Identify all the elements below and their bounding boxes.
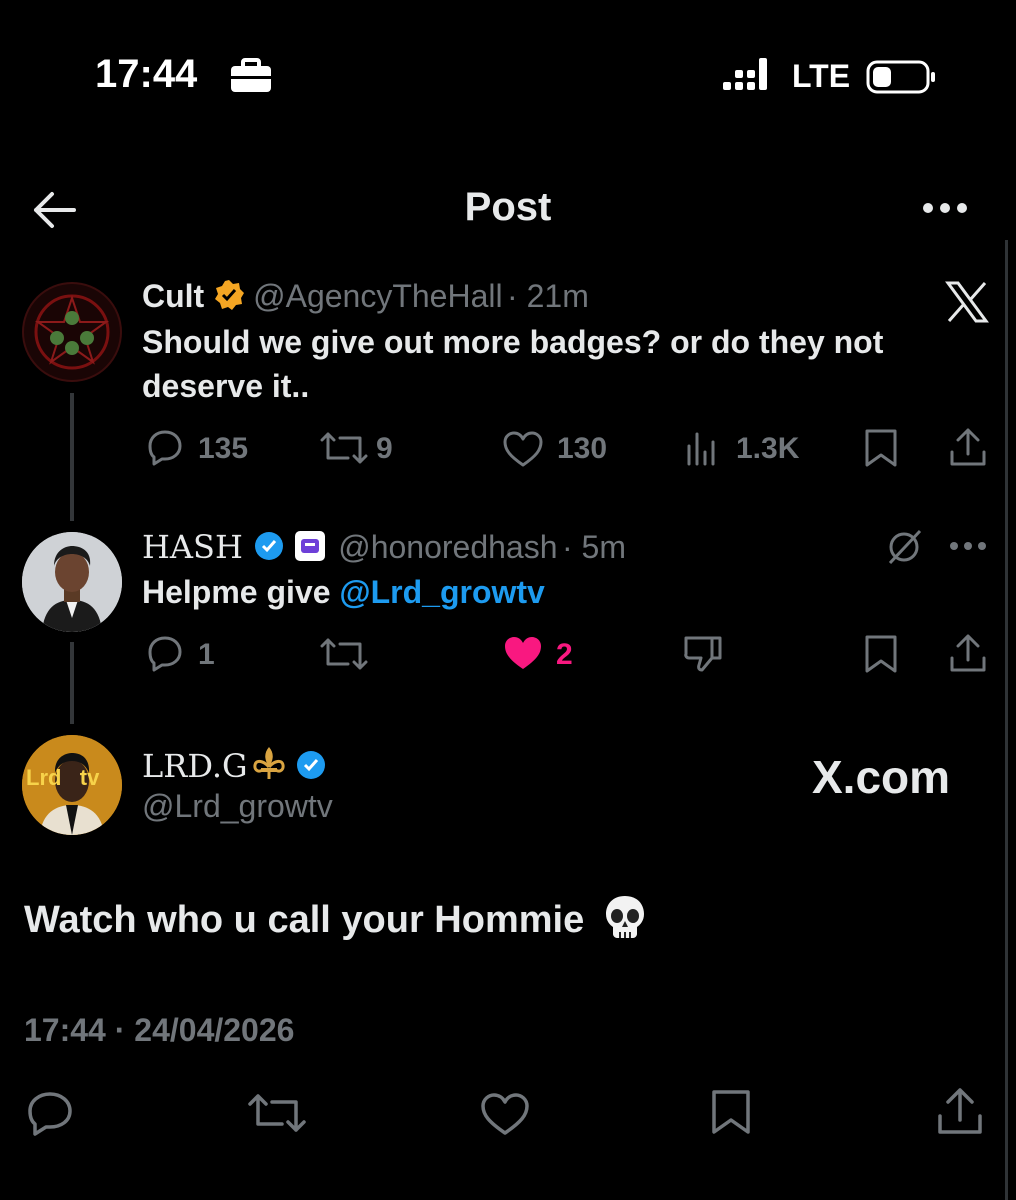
avatar[interactable] [22,282,122,382]
like-count: 2 [556,638,573,671]
reply-icon[interactable] [26,1090,74,1136]
retweet-count: 9 [376,432,393,465]
network-label: LTE [792,58,851,94]
author-name[interactable]: LRD.G [142,747,248,785]
author-name[interactable]: Cult [142,278,204,314]
briefcase-icon [229,58,273,94]
verified-badge-icon [253,530,285,562]
verified-badge-icon [295,749,327,781]
avatar[interactable]: Lrd tv [22,735,122,835]
post-text-prefix: Helpme give [142,574,340,610]
author-handle[interactable]: @Lrd_growtv [142,788,333,825]
x-logo-icon [945,281,989,323]
bookmark-icon[interactable] [864,428,898,468]
retweet-icon[interactable] [248,1092,306,1134]
share-icon[interactable] [936,1086,984,1136]
bookmark-icon[interactable] [864,634,898,674]
like-count: 130 [557,432,608,465]
avatar-text: Lrd tv [26,765,100,790]
reply-count: 1 [198,638,215,671]
downvote-icon[interactable] [682,634,724,674]
reply-icon[interactable] [146,428,184,466]
share-icon[interactable] [948,632,988,674]
bookmark-icon[interactable] [710,1088,752,1136]
author-handle[interactable]: @honoredhash [338,529,557,565]
thread-line [70,642,74,724]
like-icon[interactable] [480,1092,530,1136]
views-icon[interactable] [686,432,722,466]
liked-heart-icon[interactable] [502,634,544,672]
author-name[interactable]: HASH [142,528,243,566]
post-age: · 5m [561,529,626,565]
gold-verified-badge-icon [213,279,245,311]
author-handle[interactable]: @AgencyTheHall [253,278,502,314]
share-icon[interactable] [948,426,988,468]
reply-count: 135 [198,432,249,465]
post-body: Watch who u call your Hommie [24,899,585,941]
retweet-icon[interactable] [320,636,368,672]
post-text: Watch who u call your Hommie [24,894,647,942]
x-com-watermark: X.com [812,751,951,803]
more-options-icon[interactable] [920,200,970,216]
mention-link[interactable]: @Lrd_growtv [339,574,544,610]
post-text: Should we give out more badges? or do th… [142,324,884,404]
battery-icon [866,60,938,94]
status-time: 17:44 [95,52,198,96]
retweet-icon[interactable] [320,430,368,466]
post-text: Helpme give @Lrd_growtv [142,570,545,614]
grok-icon[interactable] [884,528,924,566]
signal-icon [723,58,775,92]
page-title: Post [464,185,552,229]
like-icon[interactable] [502,430,544,468]
reply-icon[interactable] [146,634,184,672]
view-count: 1.3K [736,432,800,465]
thread-line [70,393,74,521]
fleur-de-lis-icon [252,745,286,781]
avatar[interactable] [22,532,122,632]
post-age: · 21m [507,278,589,314]
affiliate-badge-icon [294,530,326,562]
skull-emoji-icon [603,894,647,940]
post-timestamp: 17:44 · 24/04/2026 [24,1012,295,1048]
scrollbar[interactable] [1005,240,1008,1200]
more-options-icon[interactable] [948,540,988,552]
